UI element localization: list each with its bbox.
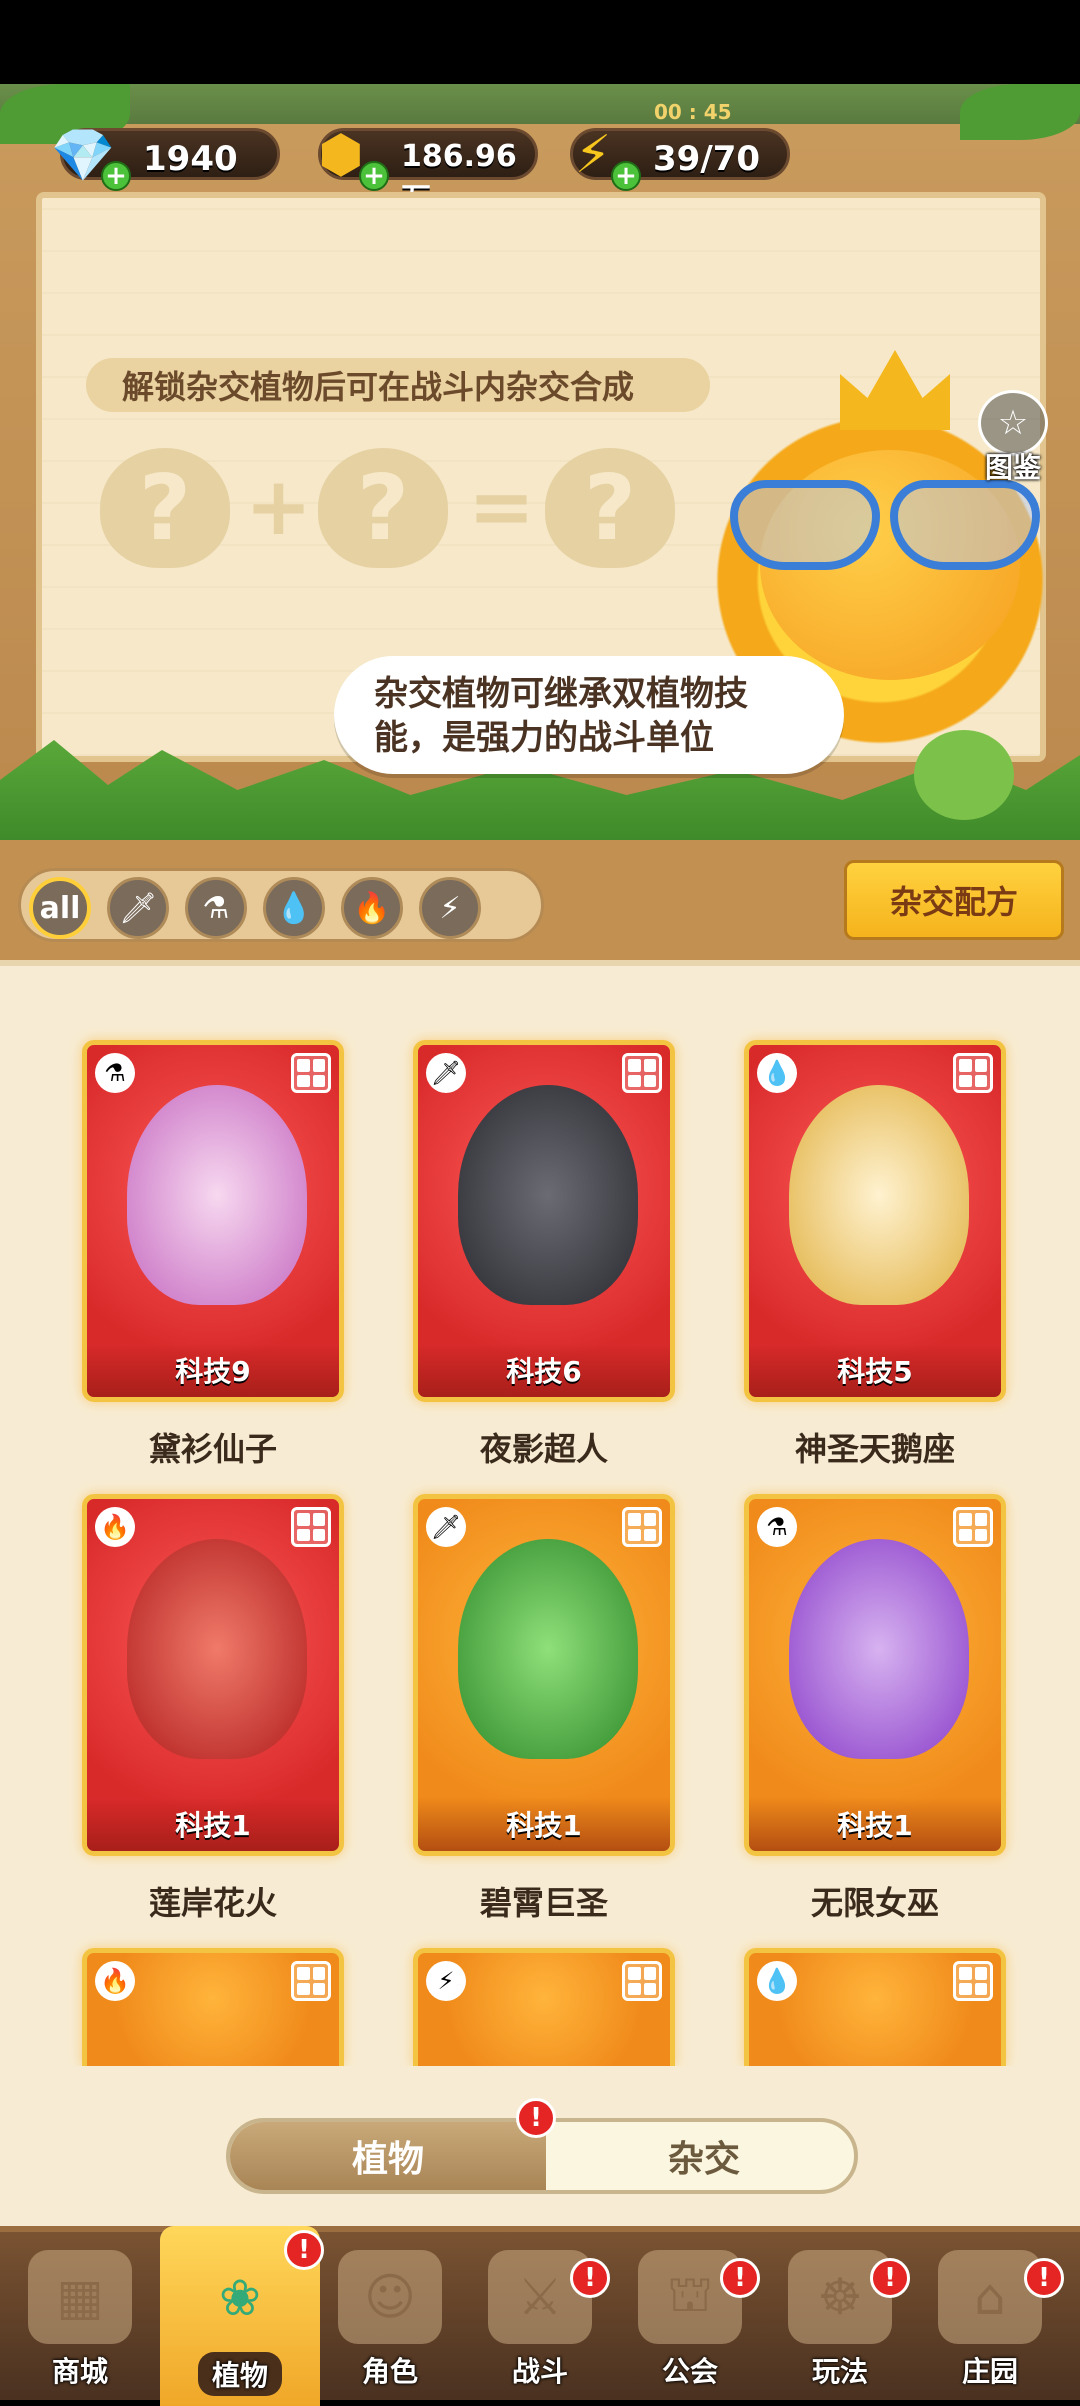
plant-portrait — [127, 1085, 307, 1305]
plant-name: 碧霄巨圣 — [479, 1884, 608, 1922]
filter-water-icon[interactable]: 💧 — [263, 877, 325, 939]
plant-card[interactable]: 💧 科技5 — [744, 1040, 1006, 1402]
plant-name: 黛衫仙子 — [148, 1430, 277, 1468]
status-bar — [0, 0, 1080, 84]
plant-card[interactable]: 🔥 — [82, 1948, 344, 2066]
element-filter-group: all 🗡 ⚗ 💧 🔥 ⚡ — [18, 868, 544, 942]
tab-plants-nav[interactable]: ❀ 植物 ! — [160, 2226, 324, 2406]
notification-badge: ! — [1024, 2258, 1064, 2298]
plant-name: 莲岸花火 — [148, 1884, 277, 1922]
grid-icon — [953, 1507, 993, 1547]
notification-badge: ! — [516, 2098, 556, 2138]
plant-name: 夜影超人 — [479, 1430, 608, 1468]
equals-sign: = — [468, 460, 536, 553]
plant-card[interactable]: ⚡ — [413, 1948, 675, 2066]
sunglasses-icon — [720, 480, 1050, 570]
tab-manor[interactable]: ⌂ 庄园 ! — [920, 2250, 1064, 2400]
potion-icon: ⚗ — [757, 1507, 797, 1547]
plant-portrait — [458, 1085, 638, 1305]
coin-counter[interactable]: ⬢ + 186.96万 — [318, 125, 538, 217]
unknown-plant-icon: ? — [100, 448, 230, 568]
bottom-tab-bar: ▦ 商城 ❀ 植物 ! ☺ 角色 ⚔ 战斗 ! ⛫ 公会 ! ☸ 玩法 ! ⌂ … — [0, 2226, 1080, 2406]
filter-lightning-icon[interactable]: ⚡ — [419, 877, 481, 939]
tab-hybrid[interactable]: 杂交 — [546, 2122, 862, 2190]
water-icon: 💧 — [757, 1053, 797, 1093]
notification-badge: ! — [570, 2258, 610, 2298]
plant-card[interactable]: ⚗ 科技9 — [82, 1040, 344, 1402]
filter-all-button[interactable]: all — [29, 877, 91, 939]
sword-icon: 🗡 — [426, 1053, 466, 1093]
plant-card[interactable]: 🗡 科技1 — [413, 1494, 675, 1856]
plants-icon: ❀ — [219, 2269, 261, 2327]
plant-card[interactable]: 💧 — [744, 1948, 1006, 2066]
tab-battle[interactable]: ⚔ 战斗 ! — [470, 2250, 610, 2400]
grid-icon — [291, 1053, 331, 1093]
atlas-button[interactable]: ☆ 图鉴 — [968, 390, 1058, 486]
plant-card[interactable]: 🔥 科技1 — [82, 1494, 344, 1856]
gem-counter[interactable]: 💎 + 1940 — [51, 126, 280, 191]
grid-icon — [953, 1961, 993, 2001]
unknown-plant-icon: ? — [545, 448, 675, 568]
mascot-speech-bubble: 杂交植物可继承双植物技能，是强力的战斗单位 — [334, 656, 844, 774]
tab-shop[interactable]: ▦ 商城 — [10, 2250, 150, 2400]
notification-badge: ! — [720, 2258, 760, 2298]
plants-hybrid-toggle: 植物 杂交 ! — [226, 2098, 858, 2194]
energy-timer: 00 : 45 — [654, 100, 732, 124]
tab-guild[interactable]: ⛫ 公会 ! — [620, 2250, 760, 2400]
plant-portrait — [789, 1085, 969, 1305]
filter-sword-icon[interactable]: 🗡 — [107, 877, 169, 939]
grid-icon — [622, 1507, 662, 1547]
plant-portrait — [127, 1539, 307, 1759]
add-gems-icon[interactable]: + — [101, 161, 131, 191]
add-coins-icon[interactable]: + — [359, 161, 389, 191]
fire-icon: 🔥 — [95, 1961, 135, 2001]
manor-icon: ⌂ — [938, 2250, 1042, 2344]
plant-name: 神圣天鹅座 — [794, 1430, 955, 1468]
frog-decoration — [914, 730, 1014, 820]
hybrid-recipe-button[interactable]: 杂交配方 — [844, 860, 1064, 940]
notification-badge: ! — [870, 2258, 910, 2298]
add-energy-icon[interactable]: + — [611, 161, 641, 191]
grid-icon — [622, 1053, 662, 1093]
notification-badge: ! — [284, 2230, 324, 2270]
grid-icon — [291, 1507, 331, 1547]
water-icon: 💧 — [757, 1961, 797, 2001]
potion-icon: ⚗ — [95, 1053, 135, 1093]
tab-character[interactable]: ☺ 角色 — [320, 2250, 460, 2400]
filter-potion-icon[interactable]: ⚗ — [185, 877, 247, 939]
crown-icon — [840, 350, 950, 430]
unlock-tip: 解锁杂交植物后可在战斗内杂交合成 — [86, 358, 710, 412]
shop-icon: ▦ — [28, 2250, 132, 2344]
filter-fire-icon[interactable]: 🔥 — [341, 877, 403, 939]
unknown-plant-icon: ? — [318, 448, 448, 568]
grid-icon — [622, 1961, 662, 2001]
grid-icon — [953, 1053, 993, 1093]
energy-counter[interactable]: ⚡ + 39/70 — [570, 125, 790, 191]
sword-icon: 🗡 — [426, 1507, 466, 1547]
grid-icon — [291, 1961, 331, 2001]
tab-gameplay[interactable]: ☸ 玩法 ! — [770, 2250, 910, 2400]
lightning-icon: ⚡ — [426, 1961, 466, 2001]
tab-plants[interactable]: 植物 — [230, 2122, 546, 2190]
fire-icon: 🔥 — [95, 1507, 135, 1547]
plant-card[interactable]: ⚗ 科技1 — [744, 1494, 1006, 1856]
plant-card[interactable]: 🗡 科技6 — [413, 1040, 675, 1402]
plant-name: 无限女巫 — [810, 1884, 939, 1922]
plus-sign: + — [245, 460, 313, 553]
plant-portrait — [458, 1539, 638, 1759]
leaf-decoration — [960, 84, 1080, 140]
plant-portrait — [789, 1539, 969, 1759]
character-icon: ☺ — [338, 2250, 442, 2344]
